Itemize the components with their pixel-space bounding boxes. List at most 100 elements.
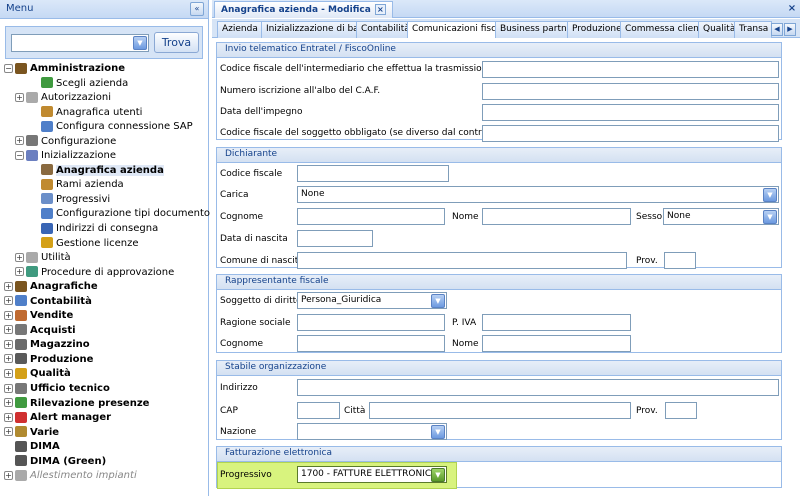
tree-item[interactable]: + Allestimento impianti — [3, 469, 208, 484]
tree-item[interactable]: DIMA — [3, 440, 208, 455]
progressivo-select[interactable]: 1700 - FATTURE ELETTRONICHE ▼ — [297, 466, 447, 483]
expand-node-icon[interactable]: + — [15, 267, 24, 277]
tree-item[interactable]: + Ufficio tecnico — [3, 382, 208, 397]
expand-node-icon[interactable]: + — [15, 252, 24, 262]
tree-item[interactable]: − Inizializzazione — [3, 149, 208, 164]
data-nascita-field[interactable] — [297, 230, 373, 247]
tree-item[interactable]: + Procedure di approvazione — [3, 266, 208, 281]
partita-iva-label: P. IVA — [452, 318, 477, 328]
plant-icon — [15, 469, 27, 481]
expand-node-icon[interactable]: + — [4, 354, 13, 364]
tree-item[interactable]: + Varie — [3, 426, 208, 441]
menu-tree: − Amministrazione Scegli azienda + Autorizza… — [3, 62, 210, 484]
invio-telematico-section: Invio telematico Entratel / FiscoOnline … — [216, 42, 782, 142]
close-tab-icon[interactable]: × — [374, 4, 386, 15]
expand-node-icon[interactable]: + — [4, 383, 13, 393]
expand-node-icon[interactable]: + — [4, 281, 13, 291]
expand-node-icon[interactable]: + — [4, 470, 13, 480]
rapp-cognome-field[interactable] — [297, 335, 445, 352]
expand-node-icon[interactable]: + — [4, 310, 13, 320]
tree-item[interactable]: Configurazione tipi documento — [3, 207, 210, 222]
expand-node-icon[interactable]: + — [4, 296, 13, 306]
tab-transazioni[interactable]: Transa — [734, 21, 772, 38]
tree-item[interactable]: + Anagrafiche — [3, 280, 208, 295]
tree-item[interactable]: Progressivi — [3, 193, 208, 208]
tree-item[interactable]: Configura connessione SAP — [3, 120, 208, 135]
sesso-select[interactable]: None ▼ — [663, 208, 779, 225]
nome-field[interactable] — [482, 208, 631, 225]
prov-field[interactable] — [664, 252, 696, 269]
tree-item-label: Anagrafiche — [30, 281, 98, 293]
carica-select[interactable]: None ▼ — [297, 186, 779, 203]
tab-azienda[interactable]: Azienda — [217, 21, 263, 38]
tree-item[interactable]: + Autorizzazioni — [3, 91, 208, 106]
indirizzo-field[interactable] — [297, 379, 779, 396]
tree-item[interactable]: + Configurazione — [3, 135, 208, 150]
tree-item[interactable]: DIMA (Green) — [3, 455, 208, 470]
tree-item[interactable]: Rami azienda — [3, 178, 208, 193]
cap-field[interactable] — [297, 402, 340, 419]
chevron-down-icon[interactable]: ▼ — [431, 468, 445, 482]
tree-item[interactable]: + Alert manager — [3, 411, 208, 426]
collapse-node-icon[interactable]: − — [4, 63, 13, 73]
tools-icon — [15, 382, 27, 394]
tree-item-label: Anagrafica utenti — [56, 106, 143, 118]
tree-item[interactable]: Anagrafica utenti — [3, 106, 208, 121]
tree-item[interactable]: + Produzione — [3, 353, 208, 368]
chevron-down-icon[interactable]: ▼ — [133, 36, 147, 50]
search-button[interactable]: Trova — [154, 32, 199, 53]
nazione-select[interactable]: ▼ — [297, 423, 447, 440]
tree-item[interactable]: Anagrafica azienda — [3, 164, 208, 179]
tree-item[interactable]: + Acquisti — [3, 324, 208, 339]
tree-item[interactable]: Indirizzi di consegna — [3, 222, 208, 237]
codice-fiscale-soggetto-field[interactable] — [482, 125, 779, 142]
expand-node-icon[interactable]: + — [15, 136, 24, 146]
tree-item[interactable]: + Qualità — [3, 367, 208, 382]
chevron-down-icon[interactable]: ▼ — [763, 210, 777, 224]
expand-node-icon[interactable]: + — [4, 398, 13, 408]
chevron-down-icon[interactable]: ▼ — [431, 425, 445, 439]
tab-scroll-right-icon[interactable]: ▶ — [784, 23, 796, 36]
document-tab[interactable]: Anagrafica azienda - Modifica × — [214, 1, 393, 18]
cognome-field[interactable] — [297, 208, 445, 225]
tree-item[interactable]: − Amministrazione — [3, 62, 208, 77]
building-icon — [41, 164, 53, 176]
expand-node-icon[interactable]: + — [4, 412, 13, 422]
tree-item[interactable]: + Contabilità — [3, 295, 208, 310]
expand-node-icon[interactable]: + — [4, 427, 13, 437]
data-impegno-field[interactable] — [482, 104, 779, 121]
stab-prov-field[interactable] — [665, 402, 697, 419]
expand-node-icon[interactable]: + — [4, 325, 13, 335]
tree-item[interactable]: + Rilevazione presenze — [3, 397, 208, 412]
codice-fiscale-field[interactable] — [297, 165, 449, 182]
tab-scroll-left-icon[interactable]: ◀ — [771, 23, 783, 36]
numero-iscrizione-caf-field[interactable] — [482, 83, 779, 100]
expand-node-icon[interactable]: + — [15, 92, 24, 102]
tab-produzione[interactable]: Produzione — [567, 21, 627, 38]
codice-fiscale-intermediario-field[interactable] — [482, 61, 779, 78]
collapse-node-icon[interactable]: − — [15, 150, 24, 160]
tree-item[interactable]: + Utilità — [3, 251, 208, 266]
chevron-down-icon[interactable]: ▼ — [763, 188, 777, 202]
chevron-down-icon[interactable]: ▼ — [431, 294, 445, 308]
menu-search-input[interactable]: ▼ — [11, 34, 149, 52]
expand-node-icon[interactable]: + — [4, 368, 13, 378]
partita-iva-field[interactable] — [482, 314, 631, 331]
soggetto-diritto-select[interactable]: Persona_Giuridica ▼ — [297, 292, 447, 309]
comune-nascita-field[interactable] — [297, 252, 627, 269]
tree-item[interactable]: Gestione licenze — [3, 237, 208, 252]
tree-item[interactable]: + Vendite — [3, 309, 208, 324]
expand-node-icon[interactable]: + — [4, 339, 13, 349]
sesso-label: Sesso — [636, 212, 663, 222]
tree-item[interactable]: Scegli azienda — [3, 77, 208, 92]
tab-contabilita[interactable]: Contabilità — [356, 21, 415, 38]
citta-label: Città — [344, 406, 366, 416]
flag-icon — [26, 149, 38, 161]
citta-field[interactable] — [369, 402, 631, 419]
tree-item[interactable]: + Magazzino — [3, 338, 208, 353]
ragione-sociale-field[interactable] — [297, 314, 445, 331]
close-icon[interactable]: × — [786, 3, 798, 15]
tree-item-label: Utilità — [41, 252, 71, 264]
collapse-menu-icon[interactable]: « — [190, 2, 204, 16]
rapp-nome-field[interactable] — [482, 335, 631, 352]
